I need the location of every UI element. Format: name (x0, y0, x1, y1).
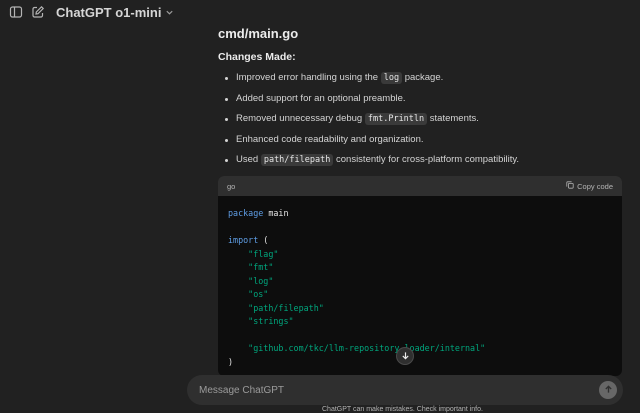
copy-code-label: Copy code (577, 181, 613, 191)
model-selector[interactable]: ChatGPT o1-mini (56, 4, 174, 20)
copy-code-button[interactable]: Copy code (566, 181, 613, 191)
model-name: ChatGPT o1-mini (56, 4, 162, 20)
inline-code: log (380, 72, 403, 84)
code-language: go (227, 181, 236, 191)
bullet-text: Improved error handling using the (236, 72, 381, 83)
arrow-down-icon (401, 347, 410, 365)
bullet-text: package. (402, 72, 444, 83)
code-text: main (263, 208, 289, 218)
send-button[interactable] (599, 381, 617, 399)
code-block: go Copy code package main import ( "flag… (218, 176, 622, 376)
bullet-text: consistently for cross-platform compatib… (333, 154, 520, 165)
changes-heading: Changes Made: (218, 51, 296, 63)
bullet-text: Used (236, 154, 261, 165)
top-bar: ChatGPT o1-mini (0, 0, 640, 24)
code-text: ( (258, 235, 269, 245)
list-item: Added support for an optional preamble. (218, 92, 622, 113)
assistant-message: cmd/main.go Changes Made: Improved error… (218, 26, 622, 174)
code-string: "flag" (248, 248, 279, 259)
edit-icon[interactable] (30, 4, 46, 20)
message-composer (187, 375, 623, 405)
inline-code: path/filepath (260, 154, 334, 166)
list-item: Enhanced code readability and organizati… (218, 133, 622, 154)
code-string: "strings" (248, 316, 294, 326)
code-string: "path/filepath" (248, 302, 324, 313)
code-string: "fmt" (248, 262, 274, 272)
code-header: go Copy code (218, 176, 622, 196)
bullet-text: statements. (427, 113, 479, 124)
code-string: "github.com/tkc/llm-repository-loader/in… (248, 343, 486, 353)
chevron-down-icon (165, 5, 174, 20)
list-item: Removed unnecessary debug fmt.Println st… (218, 112, 622, 133)
copy-icon (566, 181, 574, 191)
disclaimer-text: ChatGPT can make mistakes. Check importa… (322, 406, 483, 413)
list-item: Used path/filepath consistently for cros… (218, 153, 622, 174)
code-keyword: package (228, 208, 264, 218)
changes-list: Improved error handling using the log pa… (218, 71, 622, 174)
inline-code: fmt.Println (364, 113, 428, 125)
code-keyword: import (228, 235, 259, 245)
code-string: "os" (248, 289, 269, 299)
bullet-text: Removed unnecessary debug (236, 113, 365, 124)
code-body: package main import ( "flag" "fmt" "log"… (218, 196, 622, 376)
bullet-text: Added support for an optional preamble. (236, 92, 406, 104)
code-text: ) (228, 356, 234, 367)
list-item: Improved error handling using the log pa… (218, 71, 622, 92)
bullet-text: Enhanced code readability and organizati… (236, 133, 424, 145)
scroll-down-button[interactable] (396, 347, 414, 365)
file-title: cmd/main.go (218, 26, 299, 41)
arrow-up-icon (604, 381, 613, 399)
code-string: "log" (248, 275, 274, 286)
sidebar-icon[interactable] (8, 4, 24, 20)
message-input[interactable] (199, 384, 579, 396)
